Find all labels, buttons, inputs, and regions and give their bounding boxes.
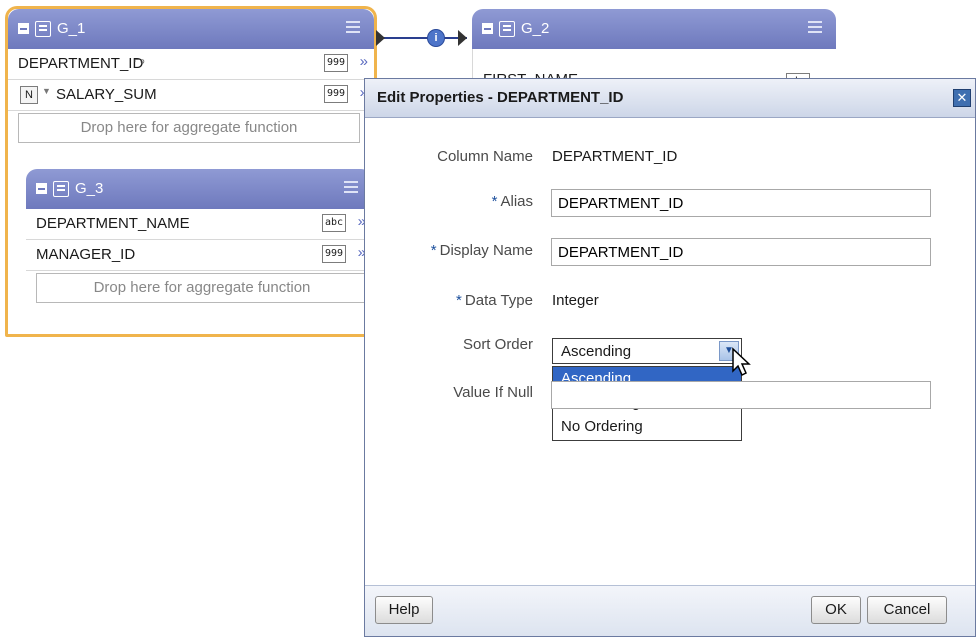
column-row[interactable]: FIRST_NAME abc xyxy=(472,49,836,91)
collapse-icon[interactable] xyxy=(18,23,29,34)
group-g2-title: G_2 xyxy=(521,20,550,37)
group-menu-icon[interactable] xyxy=(808,21,822,35)
expand-chevron-icon[interactable]: » xyxy=(360,53,368,70)
cancel-button[interactable]: Cancel xyxy=(867,596,947,624)
dropdown-arrow-icon[interactable]: ▼ xyxy=(42,86,51,96)
text-type-icon: abc xyxy=(321,214,346,232)
dialog-title: Edit Properties - DEPARTMENT_ID xyxy=(377,89,624,106)
group-icon xyxy=(53,180,69,197)
sort-order-label: Sort Order xyxy=(462,336,533,353)
column-label: DEPARTMENT_NAME xyxy=(36,215,190,232)
display-name-label: Display Name xyxy=(439,242,533,259)
number-type-icon: 999 xyxy=(321,245,346,263)
number-type-icon: 999 xyxy=(323,54,348,72)
help-button[interactable]: Help xyxy=(375,596,433,624)
column-label: MANAGER_ID xyxy=(36,246,136,263)
dialog-footer: Help OK Cancel xyxy=(365,585,975,636)
collapse-icon[interactable] xyxy=(482,23,493,34)
data-type-label-wrap: * Data Type xyxy=(365,292,533,309)
value-if-null-label: Value If Null xyxy=(453,384,533,401)
close-icon[interactable]: ✕ xyxy=(953,89,971,107)
column-name-label: Column Name xyxy=(437,148,533,165)
value-if-null-input[interactable] xyxy=(551,381,931,409)
column-label: DEPARTMENT_ID xyxy=(18,55,144,72)
aggregate-drop-zone[interactable]: Drop here for aggregate function xyxy=(36,273,368,303)
group-g3[interactable]: G_3 DEPARTMENT_NAME abc » MANAGER_ID 999… xyxy=(26,169,372,329)
aggregate-badge[interactable]: N xyxy=(20,86,38,104)
column-name-value: DEPARTMENT_ID xyxy=(552,148,678,165)
sort-option-no-ordering[interactable]: No Ordering xyxy=(553,415,741,439)
aggregate-drop-zone[interactable]: Drop here for aggregate function xyxy=(18,113,360,143)
column-row[interactable]: N ▼ SALARY_SUM 999 » xyxy=(8,80,374,111)
column-row[interactable]: MANAGER_ID 999 » xyxy=(26,240,372,271)
ok-button[interactable]: OK xyxy=(811,596,861,624)
group-g2-header[interactable]: G_2 xyxy=(472,9,836,49)
key-link-icon: ⌐ₒ xyxy=(134,54,145,66)
group-link-line xyxy=(377,37,467,39)
data-type-value: Integer xyxy=(552,292,599,309)
data-type-label: Data Type xyxy=(464,292,533,309)
group-menu-icon[interactable] xyxy=(346,21,360,35)
link-arrow-left-icon xyxy=(376,30,385,46)
group-menu-icon[interactable] xyxy=(344,181,358,195)
group-g2[interactable]: G_2 FIRST_NAME abc xyxy=(472,9,836,91)
column-label: SALARY_SUM xyxy=(56,86,157,103)
group-g1[interactable]: G_1 DEPARTMENT_ID ⌐ₒ 999 » N ▼ SALARY_SU… xyxy=(5,6,377,337)
group-icon xyxy=(35,20,51,37)
sort-order-select[interactable]: Ascending ▼ xyxy=(552,338,742,364)
alias-label-wrap: * Alias xyxy=(365,193,533,210)
alias-input[interactable] xyxy=(551,189,931,217)
group-g3-header[interactable]: G_3 xyxy=(26,169,372,209)
group-icon xyxy=(499,20,515,37)
group-g3-title: G_3 xyxy=(75,180,104,197)
collapse-icon[interactable] xyxy=(36,183,47,194)
alias-label: Alias xyxy=(500,193,533,210)
required-marker: * xyxy=(491,193,498,210)
link-arrow-right-icon xyxy=(458,30,467,46)
column-row[interactable]: DEPARTMENT_NAME abc » xyxy=(26,209,372,240)
dialog-title-bar[interactable]: Edit Properties - DEPARTMENT_ID ✕ xyxy=(365,79,975,118)
required-marker: * xyxy=(456,292,462,309)
group-g1-header[interactable]: G_1 xyxy=(8,9,374,49)
group-g1-title: G_1 xyxy=(57,20,86,37)
mouse-cursor-icon xyxy=(732,347,751,377)
display-name-label-wrap: * Display Name xyxy=(365,242,533,259)
link-info-icon[interactable]: i xyxy=(427,29,445,47)
sort-order-selected: Ascending xyxy=(561,343,632,360)
edit-properties-dialog: Edit Properties - DEPARTMENT_ID ✕ Column… xyxy=(364,78,976,637)
required-marker: * xyxy=(430,242,437,259)
display-name-input[interactable] xyxy=(551,238,931,266)
column-row[interactable]: DEPARTMENT_ID ⌐ₒ 999 » xyxy=(8,49,374,80)
number-type-icon: 999 xyxy=(323,85,348,103)
